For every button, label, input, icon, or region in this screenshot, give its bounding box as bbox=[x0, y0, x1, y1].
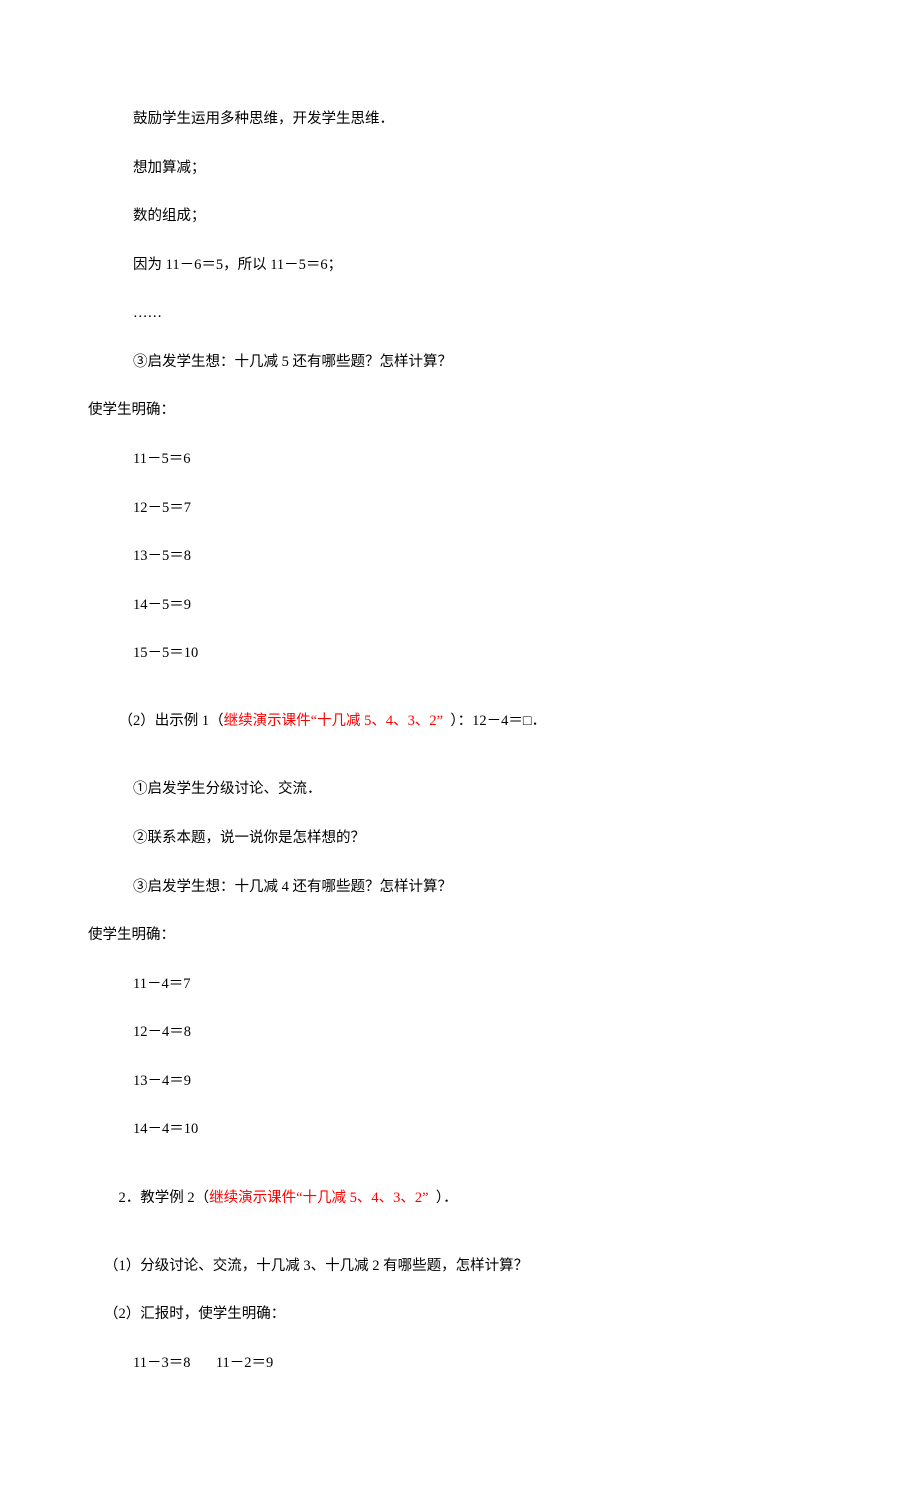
text-run: ）：12－4＝□． bbox=[443, 713, 546, 729]
body-text: 数的组成； bbox=[88, 207, 832, 227]
equation-text: 13－4＝9 bbox=[88, 1072, 832, 1092]
highlighted-text: 继续演示课件“十几减 5、4、3、2” bbox=[209, 1190, 429, 1206]
text-run: （2）出示例 1（ bbox=[119, 713, 224, 729]
body-text: （2）出示例 1（继续演示课件“十几减 5、4、3、2” ）：12－4＝□． bbox=[88, 693, 832, 752]
equation-text: 11－3＝8 11－2＝9 bbox=[88, 1354, 832, 1374]
body-text: ②联系本题，说一说你是怎样想的？ bbox=[88, 829, 832, 849]
body-text: 使学生明确： bbox=[88, 926, 832, 946]
equation-text: 11－5＝6 bbox=[88, 450, 832, 470]
body-text: 2．教学例 2（继续演示课件“十几减 5、4、3、2” ）． bbox=[88, 1169, 832, 1228]
body-text: ③启发学生想：十几减 4 还有哪些题？怎样计算？ bbox=[88, 878, 832, 898]
equation-text: 12－5＝7 bbox=[88, 499, 832, 519]
equation-text: 12－4＝8 bbox=[88, 1023, 832, 1043]
body-text: …… bbox=[88, 304, 832, 324]
highlighted-text: 继续演示课件“十几减 5、4、3、2” bbox=[224, 713, 444, 729]
body-text: ①启发学生分级讨论、交流． bbox=[88, 780, 832, 800]
equation-text: 14－4＝10 bbox=[88, 1120, 832, 1140]
document-page: 鼓励学生运用多种思维，开发学生思维． 想加算减； 数的组成； 因为 11－6＝5… bbox=[0, 0, 920, 1502]
body-text: （1）分级讨论、交流，十几减 3、十几减 2 有哪些题，怎样计算？ bbox=[88, 1257, 832, 1277]
equation-text: 11－4＝7 bbox=[88, 975, 832, 995]
body-text: 因为 11－6＝5，所以 11－5＝6； bbox=[88, 256, 832, 276]
body-text: 使学生明确： bbox=[88, 401, 832, 421]
body-text: 鼓励学生运用多种思维，开发学生思维． bbox=[88, 110, 832, 130]
body-text: ③启发学生想：十几减 5 还有哪些题？怎样计算？ bbox=[88, 353, 832, 373]
equation-text: 13－5＝8 bbox=[88, 547, 832, 567]
text-run: ）． bbox=[429, 1190, 458, 1206]
equation-text: 14－5＝9 bbox=[88, 596, 832, 616]
equation-text: 15－5＝10 bbox=[88, 644, 832, 664]
body-text: （2）汇报时，使学生明确： bbox=[88, 1305, 832, 1325]
body-text: 想加算减； bbox=[88, 159, 832, 179]
text-run: 2．教学例 2（ bbox=[119, 1190, 210, 1206]
